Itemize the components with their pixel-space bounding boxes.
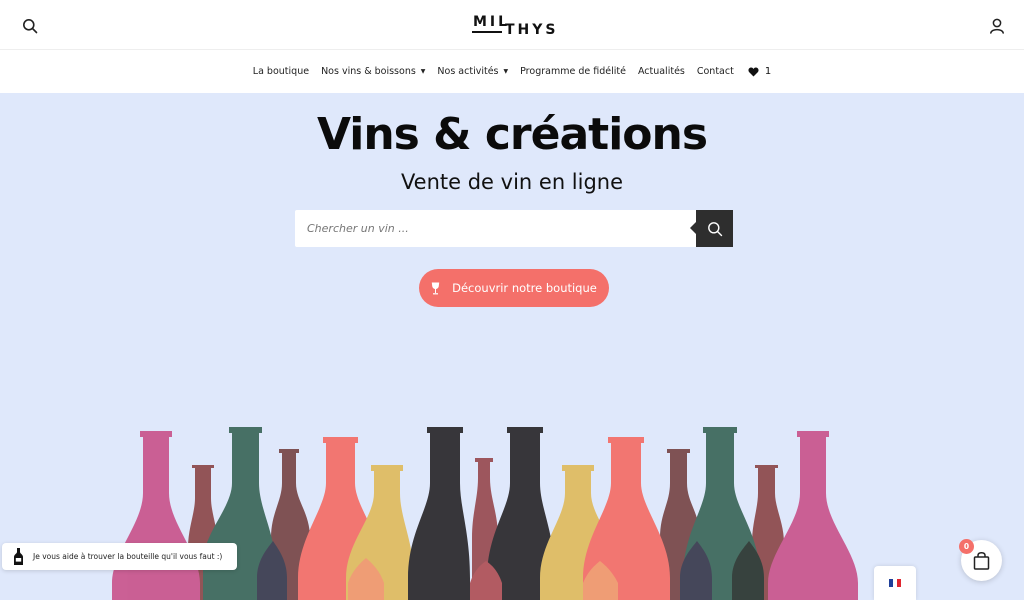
logo-text-bottom: THYS	[505, 22, 559, 38]
nav-item-fidelite[interactable]: Programme de fidélité	[520, 66, 626, 77]
chat-message: Je vous aide à trouver la bouteille qu'i…	[33, 552, 223, 561]
discover-shop-label: Découvrir notre boutique	[452, 281, 597, 295]
discover-shop-button[interactable]: Découvrir notre boutique	[419, 269, 609, 307]
nav-label: Programme de fidélité	[520, 66, 626, 77]
nav-item-actualites[interactable]: Actualités	[638, 66, 685, 77]
top-bar: MIL THYS	[0, 0, 1024, 50]
wishlist-count: 1	[764, 66, 772, 77]
bottle-group	[112, 427, 858, 600]
shopping-bag-icon	[973, 551, 990, 570]
nav-label: Nos vins & boissons	[321, 66, 416, 77]
nav-item-vins-boissons[interactable]: Nos vins & boissons ▼	[321, 66, 425, 77]
wine-bottles-illustration	[112, 427, 858, 600]
wine-bottle-icon	[14, 548, 23, 565]
nav-item-boutique[interactable]: La boutique	[253, 66, 309, 77]
hero-title: Vins & créations	[316, 109, 708, 160]
nav-label: Nos activités	[437, 66, 499, 77]
cart-button[interactable]: 0	[959, 539, 1002, 581]
user-icon[interactable]	[986, 15, 1008, 37]
site-logo[interactable]: MIL THYS	[472, 13, 556, 39]
chat-widget[interactable]: Je vous aide à trouver la bouteille qu'i…	[2, 543, 237, 570]
wishlist-link[interactable]: 1	[748, 66, 771, 77]
logo-bar	[472, 31, 502, 33]
language-switcher[interactable]	[874, 566, 916, 600]
wine-glass-icon	[431, 282, 440, 294]
wine-search-input[interactable]	[295, 210, 695, 247]
nav-item-contact[interactable]: Contact	[697, 66, 734, 77]
nav-label: Actualités	[637, 66, 685, 77]
main-navigation: La boutique Nos vins & boissons ▼ Nos act…	[0, 50, 1024, 93]
search-submit-button[interactable]	[690, 210, 733, 247]
caret-down-icon: ▼	[420, 68, 426, 75]
wine-search-bar	[295, 210, 733, 247]
caret-down-icon: ▼	[503, 68, 509, 75]
hero-subtitle: Vente de vin en ligne	[400, 170, 624, 194]
nav-item-activites[interactable]: Nos activités ▼	[437, 66, 508, 77]
cart-count-badge: 0	[959, 539, 974, 554]
search-icon	[707, 221, 722, 236]
nav-label: Contact	[696, 66, 734, 77]
nav-label: La boutique	[252, 66, 310, 77]
heart-icon	[748, 67, 759, 77]
french-flag-icon	[889, 579, 901, 587]
search-icon[interactable]	[19, 15, 41, 37]
hero-section: Vins & créations Vente de vin en ligne D…	[0, 93, 1024, 600]
